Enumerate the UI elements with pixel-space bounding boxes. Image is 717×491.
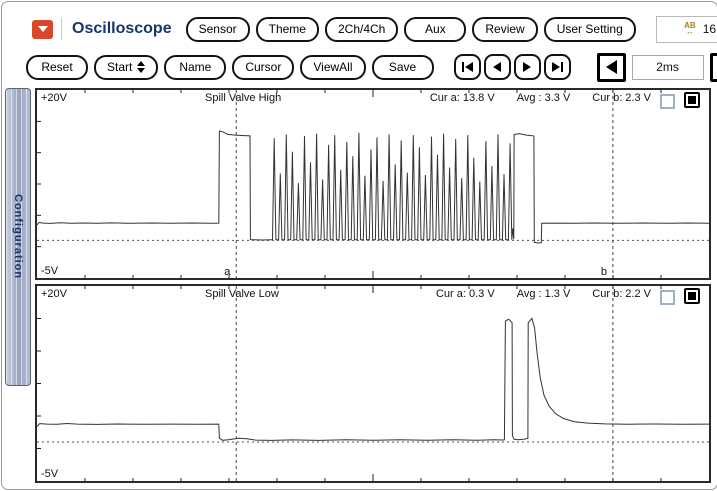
channel-checkbox-empty[interactable] [660, 94, 675, 109]
toolbar-top: Oscilloscope Sensor Theme 2Ch/4Ch Aux Re… [32, 15, 711, 43]
time-display: AB↔ 16 ms [656, 16, 717, 43]
waveform-plot-high[interactable] [37, 90, 709, 278]
user-setting-button[interactable]: User Setting [544, 17, 636, 42]
timebase-value: 2ms [632, 55, 704, 80]
save-button[interactable]: Save [372, 55, 434, 80]
skip-start-icon [462, 62, 464, 72]
oscilloscope-window: Oscilloscope Sensor Theme 2Ch/4Ch Aux Re… [1, 1, 717, 490]
app-title: Oscilloscope [72, 20, 172, 38]
cursor-b-label: b [601, 266, 607, 278]
theme-button[interactable]: Theme [256, 17, 319, 42]
panel-title: Spill Valve High [205, 92, 281, 104]
avg-readout: Avg : 1.3 V [517, 288, 571, 300]
timebase-decrease-button[interactable] [597, 53, 626, 82]
divider [61, 18, 62, 40]
cursor-a-label: a [224, 266, 230, 278]
step-back-icon [493, 62, 501, 72]
panel-title: Spill Valve Low [205, 288, 279, 300]
app-menu-button[interactable] [32, 20, 53, 39]
measurement-readouts: Cur a: 0.3 V Avg : 1.3 V Cur b: 2.2 V [436, 288, 651, 300]
cursor-b-readout: Cur b: 2.2 V [592, 288, 651, 300]
configuration-tab-label: Configuration [12, 194, 24, 279]
name-button[interactable]: Name [164, 55, 226, 80]
viewall-button[interactable]: ViewAll [300, 55, 365, 80]
cursor-a-readout: Cur a: 13.8 V [430, 92, 495, 104]
step-forward-icon [523, 62, 531, 72]
channel-checkbox-selected[interactable] [684, 92, 700, 108]
cursor-button[interactable]: Cursor [232, 55, 294, 80]
timebase-increase-button[interactable] [710, 53, 717, 82]
y-max-label: +20V [41, 288, 67, 300]
y-min-label: -5V [41, 468, 58, 480]
review-button[interactable]: Review [472, 17, 537, 42]
avg-readout: Avg : 3.3 V [517, 92, 571, 104]
channel-mode-button[interactable]: 2Ch/4Ch [325, 17, 398, 42]
step-forward-button[interactable] [514, 54, 541, 80]
y-min-label: -5V [41, 265, 58, 277]
cursor-b-readout: Cur b: 2.3 V [592, 92, 651, 104]
channel-checkbox-empty[interactable] [660, 290, 675, 305]
ab-interval-icon: AB↔ [684, 23, 696, 35]
channel-checkbox-selected[interactable] [684, 288, 700, 304]
left-triangle-icon [606, 60, 617, 74]
cursor-a-readout: Cur a: 0.3 V [436, 288, 495, 300]
reset-button[interactable]: Reset [26, 55, 88, 80]
stepper-icon [137, 61, 145, 73]
checkbox-fill-icon [688, 96, 696, 104]
aux-button[interactable]: Aux [404, 17, 466, 42]
scope-panel-spill-valve-high: +20V Spill Valve High Cur a: 13.8 V Avg … [35, 88, 711, 280]
playback-controls [454, 54, 571, 80]
chevron-down-icon [38, 26, 48, 32]
configuration-tab[interactable]: Configuration [5, 88, 31, 386]
step-back-button[interactable] [484, 54, 511, 80]
y-max-label: +20V [41, 92, 67, 104]
skip-to-start-button[interactable] [454, 54, 481, 80]
waveform-plot-low[interactable] [37, 286, 709, 481]
measurement-readouts: Cur a: 13.8 V Avg : 3.3 V Cur b: 2.3 V [430, 92, 651, 104]
checkbox-fill-icon [688, 292, 696, 300]
scope-panel-spill-valve-low: +20V Spill Valve Low Cur a: 0.3 V Avg : … [35, 284, 711, 483]
skip-end-icon [552, 62, 560, 72]
timebase-selector: 2ms [597, 53, 717, 82]
sensor-button[interactable]: Sensor [186, 17, 250, 42]
start-button[interactable]: Start [94, 55, 158, 80]
skip-to-end-button[interactable] [544, 54, 571, 80]
toolbar-second: Reset Start Name Cursor ViewAll Save 2ms [26, 53, 711, 81]
time-display-value: 16 ms [703, 22, 717, 36]
